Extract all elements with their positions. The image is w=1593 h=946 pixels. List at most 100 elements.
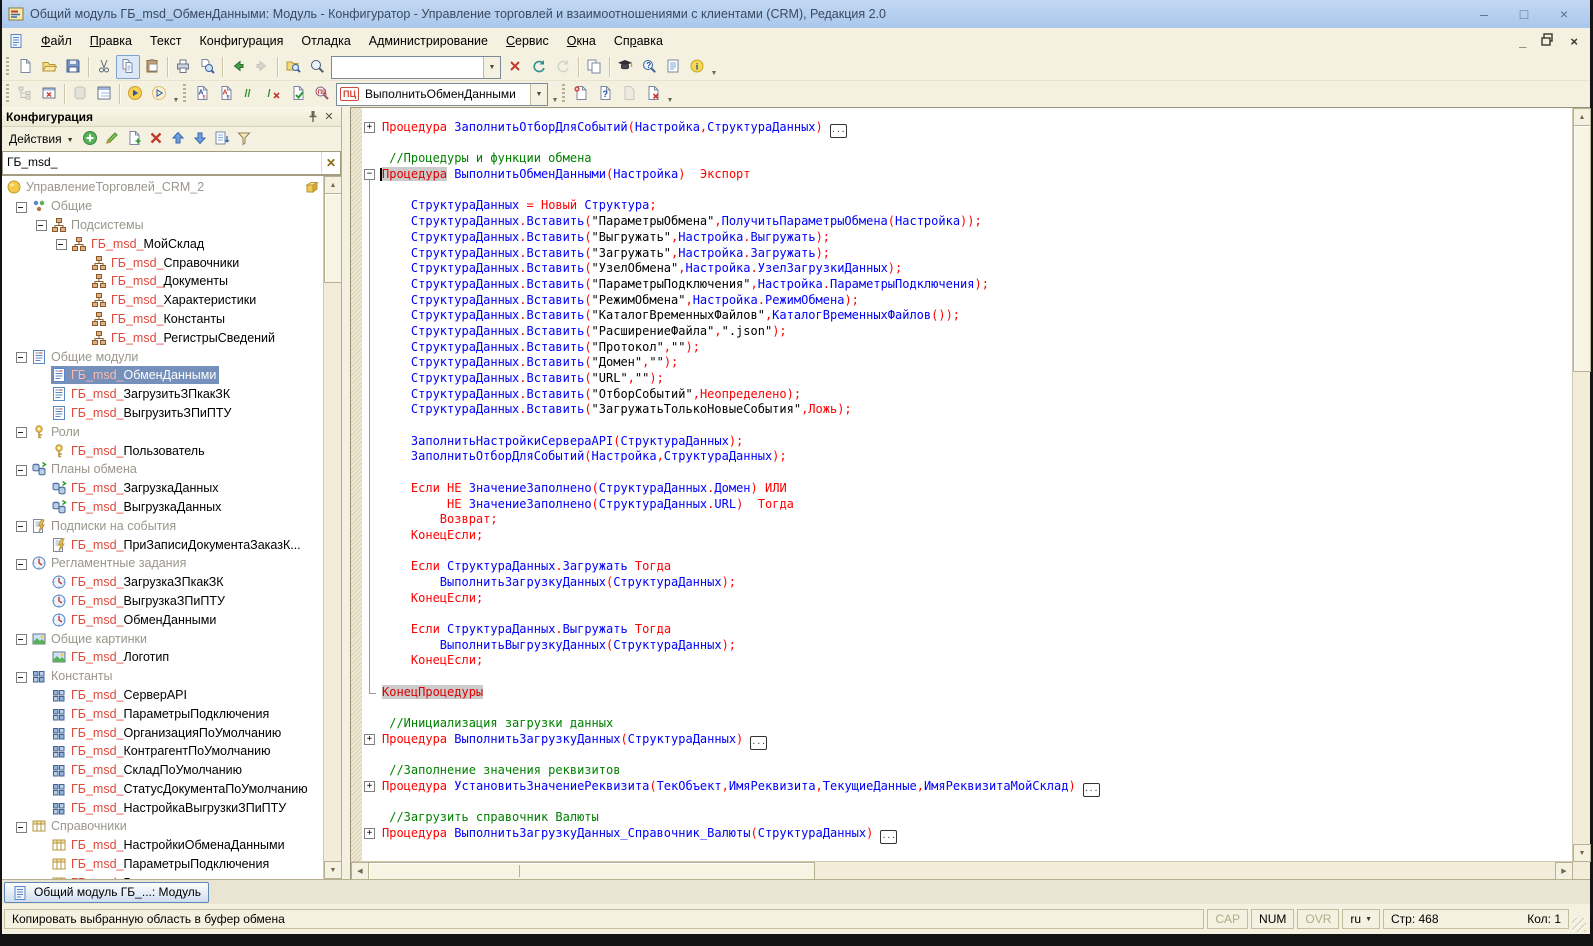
tree-item[interactable]: ГБ_msd_ОрганизацияПоУмолчанию xyxy=(2,723,324,742)
code-line[interactable] xyxy=(351,669,1573,685)
fold-margin[interactable] xyxy=(362,198,382,214)
code-line[interactable] xyxy=(351,465,1573,481)
code-line[interactable]: −Процедура ВыполнитьОбменДанными(Настрой… xyxy=(351,167,1573,183)
tree-item[interactable]: УправлениеТорговлей_CRM_2 xyxy=(2,178,324,197)
toolbar-more-icon[interactable]: ▼ xyxy=(550,82,560,106)
scroll-down-icon[interactable]: ▼ xyxy=(324,861,341,879)
code-line[interactable]: НЕ ЗначениеЗаполнено(СтруктураДанных.URL… xyxy=(351,497,1573,513)
window-tab-module[interactable]: Общий модуль ГБ_...: Модуль xyxy=(4,882,209,903)
fold-margin[interactable] xyxy=(362,763,382,779)
menu-Правка[interactable]: Правка xyxy=(81,30,141,52)
tree-item[interactable]: ГБ_msd_Пользователь xyxy=(2,441,324,460)
procedures-list-button[interactable]: ПЦ xyxy=(310,82,334,106)
tree-item[interactable]: ГБ_msd_МойСклад xyxy=(2,234,324,253)
code-line[interactable]: ЗаполнитьОтборДляСобытий(Настройка,Струк… xyxy=(351,449,1573,465)
search-next-button[interactable] xyxy=(551,55,575,79)
fold-margin[interactable] xyxy=(362,685,382,701)
code-line[interactable]: СтруктураДанных.Вставить("ЗагружатьТольк… xyxy=(351,402,1573,418)
fold-margin[interactable] xyxy=(362,559,382,575)
mdi-close-button[interactable]: × xyxy=(1570,34,1578,49)
toolbar-grip[interactable] xyxy=(183,84,186,104)
new-document-button[interactable] xyxy=(13,55,37,79)
collapse-icon[interactable] xyxy=(15,425,28,438)
fold-margin[interactable] xyxy=(362,606,382,622)
tree-scrollbar[interactable]: ▲ ▼ xyxy=(323,176,341,879)
next-bookmark-button[interactable]: ? xyxy=(593,82,617,106)
collapse-icon[interactable] xyxy=(15,350,28,363)
cut-button[interactable] xyxy=(92,55,116,79)
print-preview-button[interactable] xyxy=(195,55,219,79)
previous-bookmark-button[interactable] xyxy=(617,82,641,106)
windows-list-button[interactable] xyxy=(582,55,606,79)
code-line[interactable]: ВыполнитьВыгрузкуДанных(СтруктураДанных)… xyxy=(351,638,1573,654)
code-line[interactable] xyxy=(351,544,1573,560)
print-button[interactable] xyxy=(171,55,195,79)
fold-margin[interactable] xyxy=(362,183,382,199)
tree-item[interactable]: Планы обмена xyxy=(2,460,324,479)
editor-hscrollbar[interactable]: ◀ ▶ xyxy=(351,861,1573,879)
tree-item[interactable]: Общие xyxy=(2,197,324,216)
menu-Отладка[interactable]: Отладка xyxy=(292,30,359,52)
code-line[interactable]: Если СтруктураДанных.Выгружать Тогда xyxy=(351,622,1573,638)
clear-bookmarks-button[interactable] xyxy=(641,82,665,106)
actions-menu-button[interactable]: Действия xyxy=(6,130,65,148)
code-line[interactable]: СтруктураДанных.Вставить("Загружать",Нас… xyxy=(351,246,1573,262)
sort-list-button[interactable] xyxy=(212,129,232,149)
search-previous-button[interactable] xyxy=(527,55,551,79)
scroll-thumb[interactable] xyxy=(1573,125,1591,372)
menu-Администрирование[interactable]: Администрирование xyxy=(360,30,497,52)
fold-margin[interactable] xyxy=(362,638,382,654)
tree-item[interactable]: ГБ_msd_РегистрыСведений xyxy=(2,328,324,347)
tree-item[interactable]: ГБ_msd_СерверAPI xyxy=(2,686,324,705)
chevron-down-icon[interactable]: ▼ xyxy=(483,57,500,78)
tree-item[interactable]: ГБ_msd_СкладПоУмолчанию xyxy=(2,761,324,780)
fold-margin[interactable] xyxy=(362,669,382,685)
code-line[interactable] xyxy=(351,136,1573,152)
menu-Текст[interactable]: Текст xyxy=(141,30,190,52)
toolbar-more-icon[interactable]: ▼ xyxy=(665,82,675,106)
code-line[interactable]: ВыполнитьЗагрузкуДанных(СтруктураДанных)… xyxy=(351,575,1573,591)
tree-item[interactable]: ГБ_msd_ПараметрыПодключения xyxy=(2,855,324,874)
fold-margin[interactable] xyxy=(362,497,382,513)
open-button[interactable] xyxy=(37,55,61,79)
redo-button[interactable] xyxy=(250,55,274,79)
edit-button[interactable] xyxy=(102,129,122,149)
code-line[interactable]: СтруктураДанных.Вставить("ПараметрыПодкл… xyxy=(351,277,1573,293)
code-line[interactable]: +Процедура ВыполнитьЗагрузкуДанных_Справ… xyxy=(351,826,1573,842)
scroll-left-icon[interactable]: ◀ xyxy=(351,862,369,880)
toolbar-grip[interactable] xyxy=(562,84,565,104)
fold-margin[interactable] xyxy=(362,371,382,387)
collapse-icon[interactable] xyxy=(35,218,48,231)
close-configuration-button[interactable] xyxy=(37,82,61,106)
copy-object-button[interactable] xyxy=(124,129,144,149)
tree-item[interactable]: Общие модули xyxy=(2,347,324,366)
collapse-icon[interactable] xyxy=(15,820,28,833)
syntax-assistant-button[interactable] xyxy=(613,55,637,79)
code-line[interactable]: +Процедура УстановитьЗначениеРеквизита(Т… xyxy=(351,779,1573,795)
fold-margin[interactable] xyxy=(362,653,382,669)
fold-margin[interactable] xyxy=(362,434,382,450)
fold-margin[interactable] xyxy=(362,748,382,764)
comment-block-button[interactable]: // xyxy=(238,82,262,106)
code-line[interactable]: //Загрузить справочник Валюты xyxy=(351,810,1573,826)
tree-item[interactable]: ГБ_msd_Логотип xyxy=(2,648,324,667)
code-line[interactable]: СтруктураДанных.Вставить("URL",""); xyxy=(351,371,1573,387)
fold-margin[interactable] xyxy=(362,402,382,418)
insert-template-button[interactable]: Ав xyxy=(190,82,214,106)
resize-grip[interactable] xyxy=(1572,918,1586,932)
tree-item[interactable]: ГБ_msd_ОбменДанными xyxy=(2,366,324,385)
fold-margin[interactable] xyxy=(362,151,382,167)
fold-margin[interactable] xyxy=(362,528,382,544)
code-line[interactable]: СтруктураДанных.Вставить("Выгружать",Нас… xyxy=(351,230,1573,246)
delete-button[interactable] xyxy=(146,129,166,149)
code-line[interactable]: СтруктураДанных.Вставить("Протокол",""); xyxy=(351,340,1573,356)
fold-margin[interactable] xyxy=(362,230,382,246)
code-line[interactable]: Если НЕ ЗначениеЗаполнено(СтруктураДанны… xyxy=(351,481,1573,497)
collapse-icon[interactable] xyxy=(15,632,28,645)
add-bookmark-button[interactable] xyxy=(569,82,593,106)
mdi-minimize-button[interactable]: _ xyxy=(1519,34,1526,49)
tree-item[interactable]: ГБ_msd_Документы xyxy=(2,272,324,291)
expand-icon[interactable]: + xyxy=(364,122,375,133)
menu-Справка[interactable]: Справка xyxy=(605,30,672,52)
fold-margin[interactable] xyxy=(362,387,382,403)
